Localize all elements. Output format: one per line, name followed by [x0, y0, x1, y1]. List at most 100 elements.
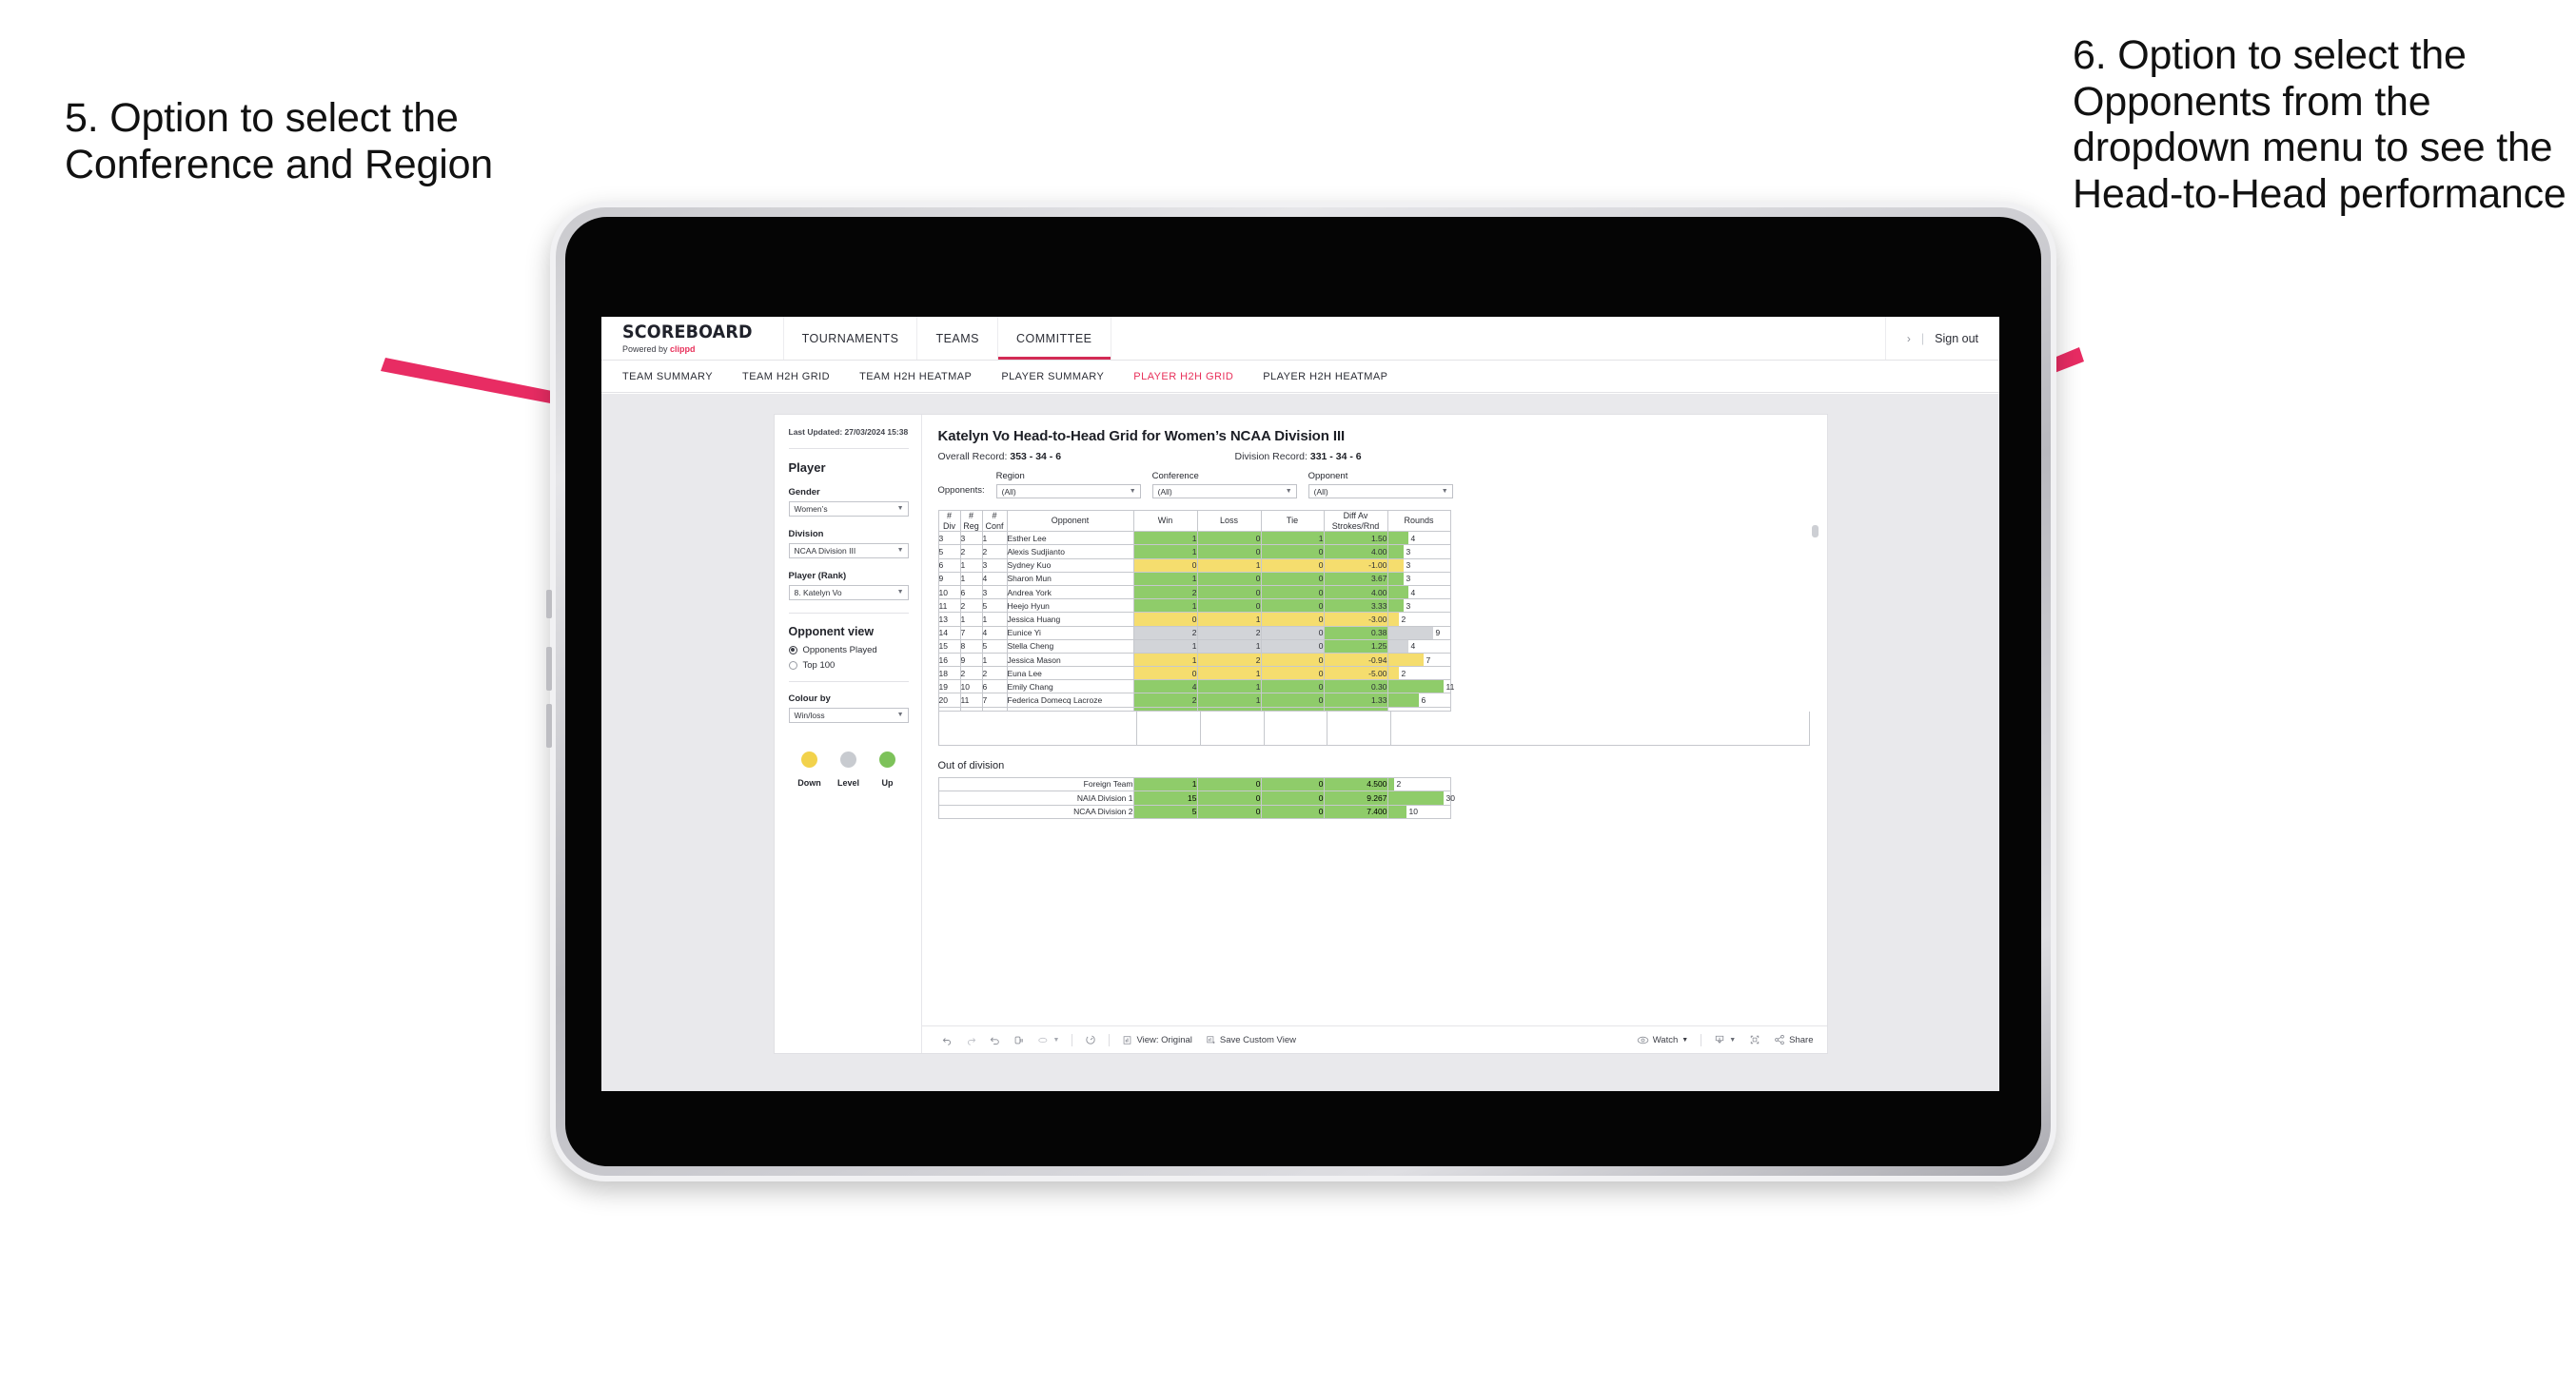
- cell-reg: 1: [959, 612, 983, 627]
- fullscreen-icon[interactable]: [1742, 1034, 1767, 1045]
- tab-player-summary[interactable]: PLAYER SUMMARY: [1001, 371, 1104, 382]
- col-conf[interactable]: # Conf: [981, 509, 1008, 533]
- cell-win: 1: [1132, 544, 1198, 559]
- cell-loss: 1: [1196, 612, 1262, 627]
- col-div[interactable]: # Div: [937, 509, 961, 533]
- share-icon[interactable]: Share: [1767, 1034, 1826, 1045]
- cell-win: 15: [1132, 791, 1198, 806]
- download-icon[interactable]: ▼: [1707, 1034, 1742, 1045]
- device-button-power: [546, 590, 552, 618]
- nav-item-teams[interactable]: TEAMS: [917, 317, 998, 360]
- table-row[interactable]: 13 1 1 Jessica Huang 0 1 0 -3.00 2: [937, 612, 1451, 627]
- opponent-select-value: (All): [1313, 486, 1328, 497]
- rounds-bar: [1387, 667, 1399, 680]
- table-row[interactable]: 5 2 2 Alexis Sudjianto 1 0 0 4.00 3: [937, 544, 1451, 559]
- table-row[interactable]: 14 7 4 Eunice Yi 2 2 0 0.38 9: [937, 625, 1451, 640]
- grid-vertical-scrollbar[interactable]: [1811, 525, 1819, 537]
- table-row[interactable]: 15 8 5 Stella Cheng 1 1 0 1.25 4: [937, 638, 1451, 654]
- player-rank-select[interactable]: 8. Katelyn Vo ▼: [788, 584, 909, 600]
- tab-team-h2h-grid[interactable]: TEAM H2H GRID: [742, 371, 830, 382]
- table-row[interactable]: 18 2 2 Euna Lee 0 1 0 -5.00 2: [937, 666, 1451, 681]
- radio-top-100[interactable]: Top 100: [788, 660, 909, 671]
- tab-player-h2h-grid[interactable]: PLAYER H2H GRID: [1133, 371, 1233, 382]
- filler-block: [1265, 711, 1327, 745]
- cell-partial: [959, 706, 983, 712]
- radio-opponents-played[interactable]: Opponents Played: [788, 645, 909, 655]
- tab-team-h2h-heatmap[interactable]: TEAM H2H HEATMAP: [859, 371, 972, 382]
- cell-win: 1: [1132, 776, 1198, 792]
- filler-block: [1327, 711, 1391, 745]
- sign-out-link[interactable]: Sign out: [1935, 332, 1978, 345]
- toolbar-separator-2: [1109, 1033, 1111, 1046]
- cell-partial: [981, 706, 1008, 712]
- cell-partial: [1196, 706, 1262, 712]
- revert-icon[interactable]: [983, 1035, 1007, 1045]
- save-view-icon[interactable]: Save Custom View: [1199, 1035, 1303, 1045]
- cell-diff: 4.00: [1323, 584, 1388, 600]
- table-row[interactable]: 3 3 1 Esther Lee 1 0 1 1.50 4: [937, 531, 1451, 546]
- filler-block: [1391, 712, 1454, 745]
- region-select[interactable]: (All) ▼: [995, 484, 1141, 498]
- opponent-select[interactable]: (All) ▼: [1308, 484, 1453, 498]
- table-row[interactable]: 16 9 1 Jessica Mason 1 2 0 -0.94 7: [937, 652, 1451, 668]
- rounds-value: 9: [1435, 628, 1441, 638]
- legend-dot-up: [879, 751, 895, 768]
- cell-div: 20: [937, 693, 961, 708]
- filter-colour-by: Colour by Win/loss ▼: [788, 693, 909, 723]
- table-row[interactable]: 9 1 4 Sharon Mun 1 0 0 3.67 3: [937, 571, 1451, 586]
- cell-loss: 1: [1196, 693, 1262, 708]
- table-row[interactable]: 20 11 7 Federica Domecq Lacroze 2 1 0 1.33 6: [937, 693, 1451, 708]
- division-select[interactable]: NCAA Division III ▼: [788, 542, 909, 558]
- table-row[interactable]: 11 2 5 Heejo Hyun 1 0 0 3.33 3: [937, 598, 1451, 614]
- colour-by-select[interactable]: Win/loss ▼: [788, 707, 909, 723]
- out-of-division-row[interactable]: NCAA Division 2 5 0 0 7.400 10: [937, 804, 1451, 820]
- device-button-volume-down: [546, 704, 552, 748]
- loop-icon[interactable]: ▼: [1031, 1035, 1067, 1045]
- col-tie[interactable]: Tie: [1260, 509, 1325, 533]
- rounds-bar: [1387, 532, 1408, 545]
- refresh-icon[interactable]: [1078, 1034, 1103, 1045]
- undo-icon[interactable]: [935, 1035, 959, 1045]
- gender-select[interactable]: Women’s ▼: [788, 500, 909, 517]
- col-reg[interactable]: # Reg: [959, 509, 983, 533]
- out-of-division-row[interactable]: Foreign Team 1 0 0 4.500 2: [937, 776, 1451, 792]
- table-row[interactable]: 19 10 6 Emily Chang 4 1 0 0.30 11: [937, 679, 1454, 694]
- rounds-bar: [1387, 639, 1408, 653]
- nav-item-tournaments[interactable]: TOURNAMENTS: [784, 317, 918, 360]
- tab-player-h2h-heatmap[interactable]: PLAYER H2H HEATMAP: [1263, 371, 1387, 382]
- cell-conf: 1: [981, 652, 1008, 668]
- watch-icon[interactable]: Watch ▼: [1630, 1035, 1696, 1045]
- filler-block: [1201, 711, 1265, 745]
- col-loss[interactable]: Loss: [1196, 509, 1262, 533]
- chevron-right-icon: ›: [1906, 331, 1911, 345]
- pause-icon[interactable]: [1007, 1035, 1031, 1045]
- legend-item-up: Up: [873, 751, 903, 791]
- rounds-value: 10: [1408, 807, 1418, 817]
- sidebar-divider-3: [788, 680, 909, 682]
- cell-win: 2: [1132, 625, 1198, 640]
- col-opponent[interactable]: Opponent: [1006, 509, 1134, 533]
- brand-tagline: Powered by clippd: [622, 343, 696, 354]
- cell-opponent: Andrea York: [1006, 584, 1134, 600]
- cell-conf: 3: [981, 584, 1008, 600]
- cell-div: 19: [937, 679, 961, 694]
- rounds-value: 11: [1445, 681, 1455, 692]
- col-win[interactable]: Win: [1132, 509, 1198, 533]
- nav-item-committee[interactable]: COMMITTEE: [998, 317, 1111, 360]
- view-original-icon[interactable]: View: Original: [1115, 1035, 1198, 1045]
- brand-logo[interactable]: SCOREBOARD Powered by clippd: [601, 317, 784, 360]
- conference-select[interactable]: (All) ▼: [1151, 484, 1297, 498]
- sidebar-divider-2: [788, 612, 909, 614]
- col-diff[interactable]: Diff Av Strokes/Rnd: [1323, 509, 1388, 533]
- cell-rounds: 11: [1386, 679, 1454, 694]
- tab-team-summary[interactable]: TEAM SUMMARY: [622, 371, 713, 382]
- redo-icon[interactable]: [959, 1035, 983, 1045]
- table-row[interactable]: 6 1 3 Sydney Kuo 0 1 0 -1.00 3: [937, 557, 1451, 573]
- cell-div: 14: [937, 625, 961, 640]
- sidebar-divider-1: [788, 447, 909, 449]
- col-rounds[interactable]: Rounds: [1386, 509, 1451, 533]
- filler-block: [939, 711, 1137, 745]
- filter-division: Division NCAA Division III ▼: [788, 529, 909, 558]
- out-of-division-row[interactable]: NAIA Division 1 15 0 0 9.267 30: [937, 791, 1455, 806]
- table-row[interactable]: 10 6 3 Andrea York 2 0 0 4.00 4: [937, 584, 1451, 600]
